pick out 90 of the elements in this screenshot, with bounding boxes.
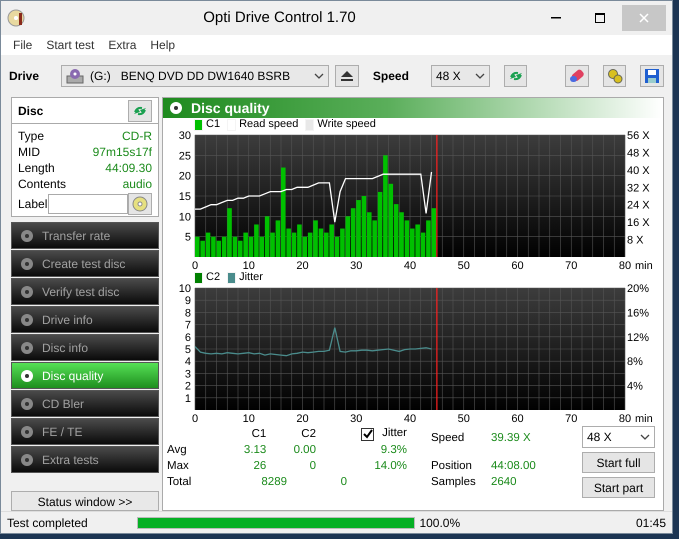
legend-label: C2: [206, 270, 220, 286]
axis-tick-label: 0: [192, 260, 198, 271]
axis-tick-label: 24 X: [627, 200, 650, 212]
axis-tick-label: 7: [184, 320, 191, 332]
field-label: Length: [18, 160, 55, 176]
legend-label: Jitter: [239, 270, 263, 286]
legend-label: C1: [206, 117, 220, 132]
axis-tick-label: 50: [458, 413, 470, 424]
column-header: C2: [300, 427, 316, 442]
axis-tick-label: 20: [296, 260, 309, 271]
table-cell-text: 3.13: [242, 443, 266, 458]
axis-tick-label: 30: [350, 413, 362, 424]
info-label: Speed: [431, 431, 466, 446]
field-label: MID: [18, 144, 40, 160]
field-value: CD-R: [122, 128, 152, 144]
axis-tick-label: 60: [511, 413, 524, 424]
axis-tick-label: 48 X: [627, 147, 650, 160]
axis-tick-label: 5: [184, 344, 191, 356]
axis-tick-label: 40 X: [627, 164, 650, 177]
axis-title: min: [635, 260, 653, 271]
axis-tick-label: 80: [618, 260, 632, 271]
progress-percent: 100.0%: [419, 514, 462, 532]
axis-tick-label: 20: [296, 413, 309, 424]
window-title: Opti Drive Control 1.70: [202, 8, 357, 28]
panel-title: Disc quality: [191, 98, 270, 118]
axis-tick-label: 16 X: [627, 217, 650, 230]
status-text: Test completed: [7, 514, 89, 532]
field-value: audio: [122, 176, 152, 192]
axis-tick-label: 20%: [627, 284, 650, 295]
info-value: 2640: [491, 475, 517, 490]
row-label: Total: [167, 475, 192, 490]
table-cell-text: 9.3%: [380, 443, 407, 458]
axis-title: min: [635, 413, 653, 424]
table-cell-text: 0: [308, 459, 316, 474]
axis-tick-label: 50: [458, 260, 470, 271]
axis-tick-label: 4%: [627, 380, 643, 393]
table-cell-text: 26: [252, 459, 266, 474]
axis-tick-label: 30: [350, 260, 362, 271]
axis-tick-label: 80: [618, 413, 632, 424]
axis-tick-label: 5: [184, 232, 191, 244]
field-value: 97m15s17f: [92, 144, 152, 160]
axis-tick-label: 4: [184, 356, 191, 368]
table-cell-text: 8289: [260, 475, 287, 490]
axis-tick-label: 56 X: [627, 131, 650, 142]
axis-tick-label: 30: [178, 131, 191, 142]
info-value: 39.39 X: [491, 431, 531, 446]
axis-tick-label: 0: [192, 413, 198, 424]
legend-label: Read speed: [239, 117, 298, 132]
axis-tick-label: 1: [184, 392, 191, 405]
axis-tick-label: 10: [178, 211, 191, 224]
disc-panel-title: Disc: [18, 102, 44, 120]
info-label: Samples: [431, 475, 477, 490]
field-label: Label: [18, 196, 48, 212]
row-label: Avg: [167, 443, 188, 458]
elapsed-time: 01:45: [634, 514, 666, 532]
axis-tick-label: 12%: [627, 332, 650, 344]
axis-tick-label: 70: [565, 413, 578, 424]
axis-tick-label: 32 X: [627, 182, 650, 194]
axis-tick-label: 60: [511, 260, 524, 271]
axis-tick-label: 40: [404, 413, 416, 424]
legend-label: Write speed: [317, 117, 376, 132]
axis-tick-label: 40: [404, 260, 416, 271]
field-label: Contents: [18, 176, 66, 192]
axis-tick-label: 8 X: [627, 234, 644, 247]
axis-tick-label: 25: [178, 150, 191, 162]
axis-tick-label: 6: [184, 332, 191, 344]
axis-tick-label: 10: [178, 284, 191, 295]
field-label: Type: [18, 128, 44, 144]
axis-tick-label: 16%: [627, 307, 650, 320]
column-header: C1: [250, 427, 266, 442]
axis-tick-label: 10: [242, 413, 255, 424]
drive-label: Drive: [9, 68, 40, 85]
table-cell-text: 0: [340, 475, 347, 490]
axis-tick-label: 8: [184, 307, 191, 320]
axis-tick-label: 3: [184, 368, 191, 380]
jitter-label: Jitter: [382, 426, 407, 442]
axis-tick-label: 15: [178, 191, 191, 203]
row-label: Max: [167, 459, 190, 474]
table-cell-text: 14.0%: [373, 459, 407, 474]
axis-tick-label: 20: [178, 170, 191, 183]
speed-label: Speed: [372, 68, 409, 85]
axis-tick-label: 2: [184, 380, 191, 393]
axis-tick-label: 70: [565, 260, 578, 271]
table-cell-text: 0.00: [292, 443, 316, 458]
axis-tick-label: 8%: [627, 356, 643, 368]
info-label: Position: [431, 459, 473, 474]
info-value: 44:08.00: [491, 459, 536, 474]
field-value: 44:09.30: [105, 160, 152, 176]
axis-tick-label: 9: [184, 295, 191, 308]
axis-tick-label: 10: [242, 260, 255, 271]
